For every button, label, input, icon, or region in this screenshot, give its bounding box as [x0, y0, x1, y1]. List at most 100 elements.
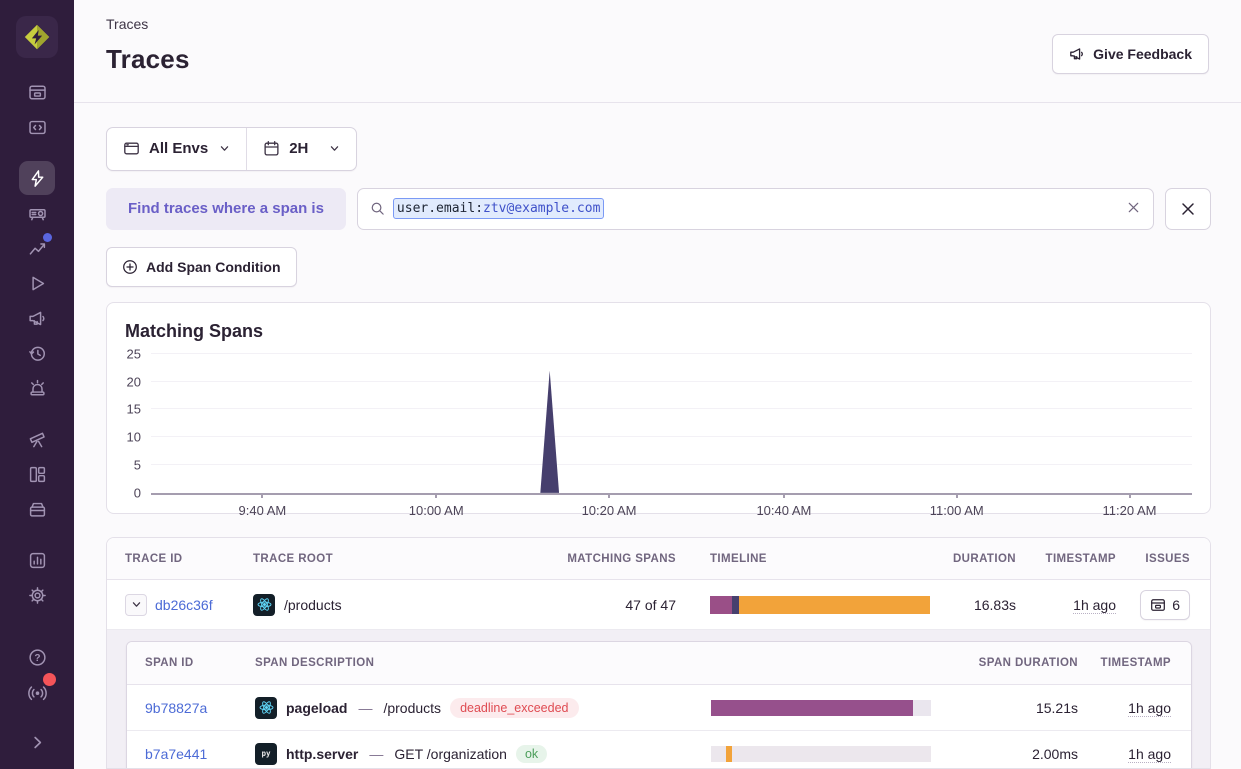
col-span-id: SPAN ID: [127, 657, 255, 669]
broadcast-icon: [28, 683, 47, 702]
sidebar-item-explore[interactable]: [19, 110, 55, 144]
svg-text:?: ?: [34, 652, 40, 663]
span-status-badge: ok: [516, 745, 547, 763]
page-title: Traces: [106, 44, 190, 75]
sidebar-item-traces[interactable]: [19, 161, 55, 195]
span-id-link[interactable]: b7a7e441: [145, 746, 207, 762]
trace-timeline-bar: [710, 596, 930, 614]
sidebar-item-issues[interactable]: [19, 75, 55, 109]
add-span-condition-label: Add Span Condition: [146, 259, 281, 275]
bar-stats-icon: [28, 551, 47, 570]
y-axis-tick-label: 20: [127, 374, 141, 389]
span-timeline-bar: [711, 700, 931, 716]
trace-root-label: /products: [284, 597, 342, 613]
separator: —: [356, 700, 374, 716]
col-timestamp: TIMESTAMP: [1020, 553, 1120, 565]
span-duration: 2.00ms: [951, 746, 1081, 762]
environment-filter-label: All Envs: [149, 140, 208, 157]
sidebar-item-whats-new[interactable]: [19, 675, 55, 709]
sidebar-item-stats[interactable]: [19, 543, 55, 577]
main-content: Traces Traces Give Feedback All Envs 2H …: [74, 0, 1241, 769]
traces-table: TRACE ID TRACE ROOT MATCHING SPANS TIMEL…: [106, 537, 1211, 769]
col-span-description: SPAN DESCRIPTION: [255, 657, 711, 669]
y-axis-tick-label: 10: [127, 430, 141, 445]
page-filter-bar: All Envs 2H: [106, 127, 357, 171]
inbox-icon: [28, 83, 47, 102]
dashboard-layout-icon: [28, 465, 47, 484]
spans-table-header: SPAN ID SPAN DESCRIPTION SPAN DURATION T…: [127, 642, 1191, 685]
matching-spans-count: 47 of 47: [550, 597, 680, 613]
environment-filter[interactable]: All Envs: [107, 128, 246, 170]
trace-id-link[interactable]: db26c36f: [155, 597, 213, 613]
code-folder-icon: [28, 118, 47, 137]
notification-dot: [43, 673, 56, 686]
matching-spans-chart: 05101520259:40 AM10:00 AM10:20 AM10:40 A…: [151, 354, 1192, 495]
sidebar-item-feedback[interactable]: [19, 301, 55, 335]
search-token-value: ztv@example.com: [483, 201, 600, 216]
sidebar-collapse-button[interactable]: [19, 725, 55, 759]
give-feedback-button[interactable]: Give Feedback: [1052, 34, 1209, 74]
python-platform-icon: py: [255, 743, 277, 765]
span-row: 9b78827a pageload — /products deadline_e…: [127, 685, 1191, 731]
close-x-icon: [1180, 201, 1196, 217]
filter-controls: All Envs 2H Find traces where a span is …: [74, 103, 1241, 287]
megaphone-icon: [28, 309, 47, 328]
span-description: /products: [383, 700, 441, 716]
sidebar-item-replays[interactable]: [19, 266, 55, 300]
lightning-bolt-icon: [28, 169, 47, 188]
inbox-icon: [1150, 597, 1166, 613]
search-token-key: user.email:: [397, 201, 483, 216]
span-timestamp[interactable]: 1h ago: [1128, 700, 1171, 717]
span-op: pageload: [286, 700, 347, 716]
trace-timestamp[interactable]: 1h ago: [1073, 597, 1116, 614]
span-status-badge: deadline_exceeded: [450, 698, 578, 718]
span-duration: 15.21s: [951, 700, 1081, 716]
give-feedback-label: Give Feedback: [1093, 46, 1192, 62]
projector-icon: [28, 204, 47, 223]
sidebar-item-insights[interactable]: [19, 196, 55, 230]
trace-issues-count: 6: [1172, 597, 1180, 613]
sidebar-item-crons[interactable]: [19, 336, 55, 370]
breadcrumb[interactable]: Traces: [106, 16, 190, 32]
y-axis-tick-label: 15: [127, 402, 141, 417]
spans-table: SPAN ID SPAN DESCRIPTION SPAN DURATION T…: [126, 641, 1192, 769]
time-range-filter[interactable]: 2H: [247, 128, 356, 170]
span-row: b7a7e441 py http.server — GET /organizat…: [127, 731, 1191, 769]
col-matching-spans: MATCHING SPANS: [550, 553, 680, 565]
col-span-timestamp: TIMESTAMP: [1081, 657, 1191, 669]
add-span-condition-button[interactable]: Add Span Condition: [106, 247, 297, 287]
sentry-logo[interactable]: [16, 16, 58, 58]
page-header: Traces Traces Give Feedback: [74, 0, 1241, 103]
megaphone-icon: [1069, 46, 1085, 62]
sidebar-item-help[interactable]: ?: [19, 640, 55, 674]
expanded-trace-zone: SPAN ID SPAN DESCRIPTION SPAN DURATION T…: [107, 630, 1210, 769]
notification-dot: [43, 233, 52, 242]
play-icon: [28, 274, 47, 293]
span-search-input[interactable]: user.email:ztv@example.com: [357, 188, 1154, 230]
sidebar-item-releases[interactable]: [19, 492, 55, 526]
time-range-label: 2H: [289, 140, 308, 157]
sidebar-item-alerts[interactable]: [19, 371, 55, 405]
span-id-link[interactable]: 9b78827a: [145, 700, 207, 716]
collapse-trace-button[interactable]: [125, 594, 147, 616]
col-timeline: TIMELINE: [680, 553, 930, 565]
y-axis-tick-label: 0: [134, 485, 141, 500]
sidebar-item-discover[interactable]: [19, 422, 55, 456]
trending-chart-icon: [28, 239, 47, 258]
clear-search-button[interactable]: [1126, 200, 1141, 218]
sidebar-item-dashboards[interactable]: [19, 457, 55, 491]
gear-icon: [28, 586, 47, 605]
remove-condition-button[interactable]: [1165, 188, 1211, 230]
span-timeline-bar: [711, 746, 931, 762]
sidebar-item-metrics[interactable]: [19, 231, 55, 265]
trace-issues-button[interactable]: 6: [1140, 590, 1190, 620]
span-timestamp[interactable]: 1h ago: [1128, 746, 1171, 763]
chart-title: Matching Spans: [107, 303, 1210, 342]
x-axis-tick-label: 10:00 AM: [409, 503, 464, 518]
sidebar-item-settings[interactable]: [19, 578, 55, 612]
trace-duration: 16.83s: [930, 597, 1020, 613]
search-token[interactable]: user.email:ztv@example.com: [393, 198, 605, 219]
help-circle-icon: ?: [28, 648, 47, 667]
react-platform-icon: [253, 594, 275, 616]
chevron-down-icon: [329, 143, 340, 154]
